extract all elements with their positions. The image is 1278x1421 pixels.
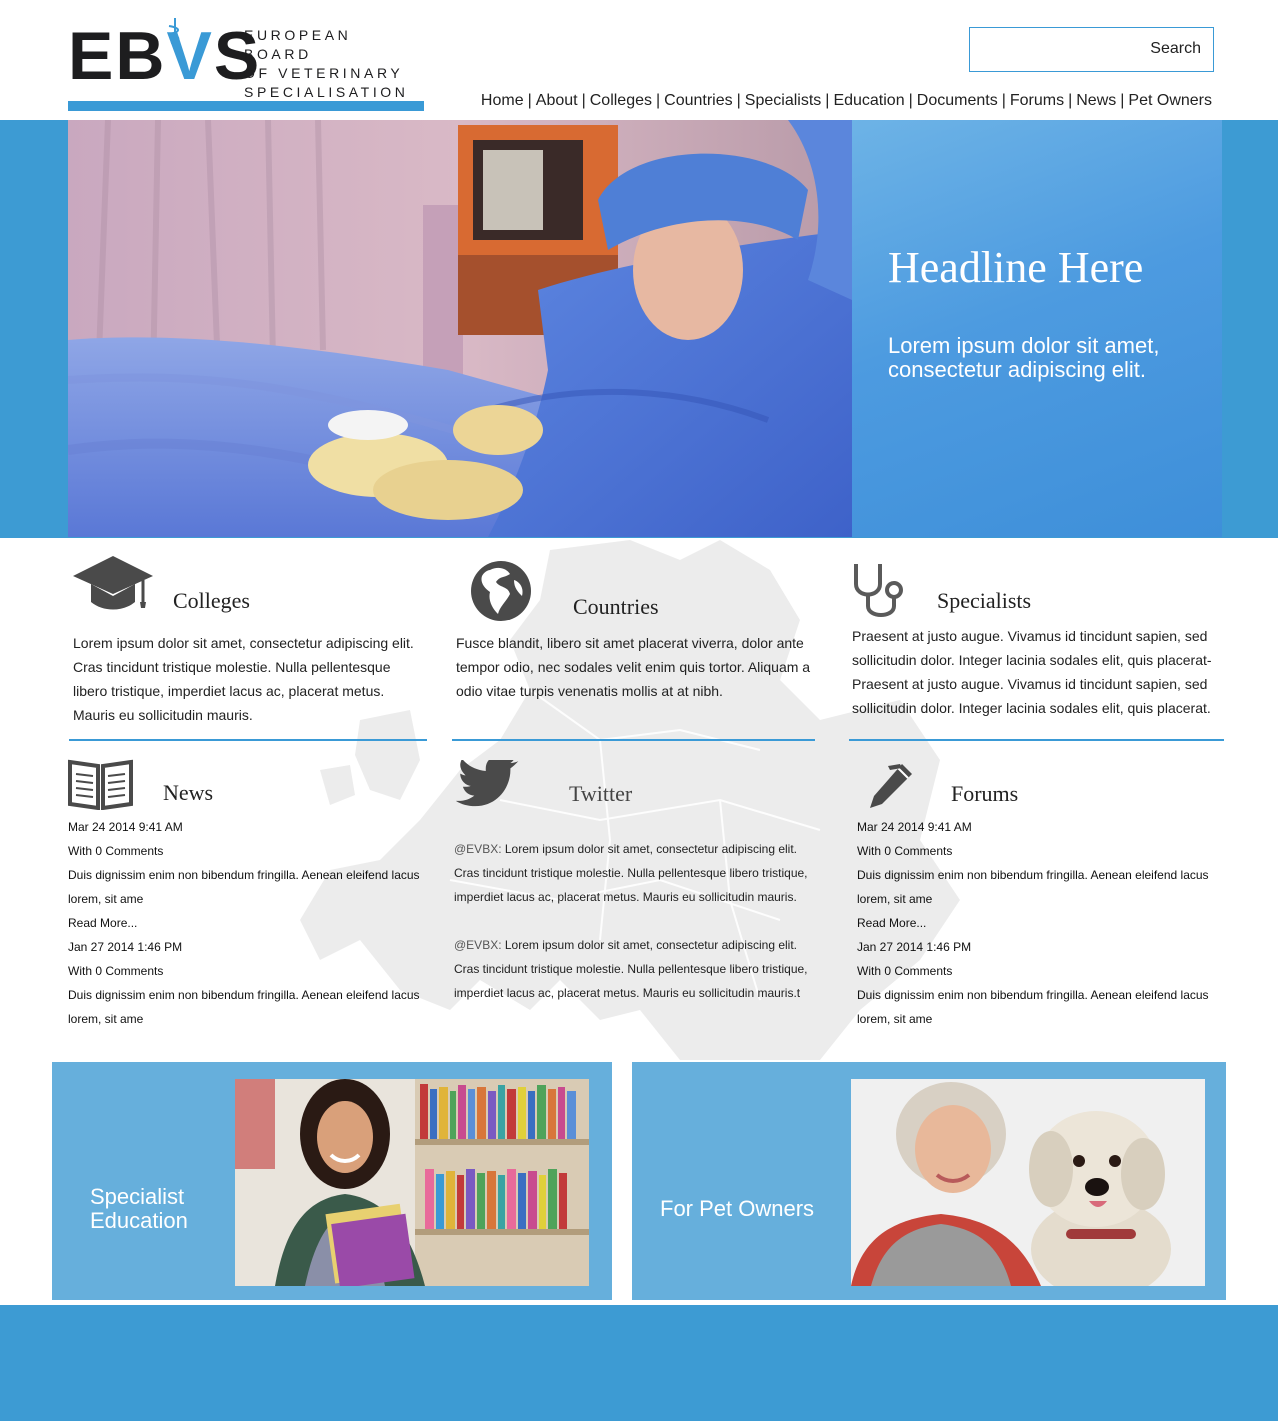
- forum-excerpt: Duis dignissim enim non bibendum fringil…: [857, 868, 1209, 906]
- promo-pet-owners-label[interactable]: For Pet Owners: [660, 1197, 860, 1221]
- tweet-text: Lorem ipsum dolor sit amet, consectetur …: [454, 842, 808, 904]
- forum-excerpt: Duis dignissim enim non bibendum fringil…: [857, 988, 1209, 1026]
- promo-education-label[interactable]: Specialist Education: [90, 1185, 240, 1233]
- nav-about[interactable]: About: [536, 92, 578, 109]
- tweet-handle[interactable]: @EVBX:: [454, 938, 502, 952]
- news-date: Jan 27 2014 1:46 PM: [68, 940, 183, 954]
- news-read-more[interactable]: Read More...: [68, 911, 428, 935]
- forum-date: Jan 27 2014 1:46 PM: [857, 940, 972, 954]
- graduation-cap-icon: [73, 556, 153, 610]
- news-title[interactable]: News: [163, 780, 213, 806]
- logo[interactable]: EBVS EUROPEAN BOARD OF VETERINARY SPECIA…: [68, 18, 424, 112]
- hero-image: [68, 120, 852, 537]
- specialists-title[interactable]: Specialists: [937, 588, 1031, 614]
- twitter-title[interactable]: Twitter: [569, 781, 632, 807]
- forum-comments[interactable]: With 0 Comments: [857, 839, 1217, 863]
- globe-icon: [471, 561, 531, 621]
- nav-news[interactable]: News: [1076, 92, 1116, 109]
- nav-pet-owners[interactable]: Pet Owners: [1128, 92, 1212, 109]
- specialists-text: Praesent at justo augue. Vivamus id tinc…: [852, 628, 1212, 716]
- news-date: Mar 24 2014 9:41 AM: [68, 820, 183, 834]
- forums-title[interactable]: Forums: [951, 781, 1018, 807]
- forum-comments[interactable]: With 0 Comments: [857, 959, 1217, 983]
- news-feed: Mar 24 2014 9:41 AM With 0 Comments Duis…: [68, 815, 428, 1031]
- nav-education[interactable]: Education: [833, 92, 904, 109]
- search-button[interactable]: Search: [1150, 40, 1201, 58]
- caduceus-icon: [168, 18, 180, 48]
- news-comments[interactable]: With 0 Comments: [68, 839, 428, 863]
- tweet-handle[interactable]: @EVBX:: [454, 842, 502, 856]
- search-box[interactable]: Search: [969, 27, 1214, 72]
- book-icon: [68, 759, 133, 810]
- nav-home[interactable]: Home: [481, 92, 524, 109]
- student-photo: [235, 1079, 589, 1286]
- nav-countries[interactable]: Countries: [664, 92, 732, 109]
- pet-owner-photo: [851, 1079, 1205, 1286]
- colleges-text: Lorem ipsum dolor sit amet, consectetur …: [73, 635, 414, 723]
- specialist-education-promo[interactable]: Specialist Education: [52, 1062, 612, 1300]
- footer-band: [0, 1305, 1278, 1421]
- nav-colleges[interactable]: Colleges: [590, 92, 652, 109]
- countries-title[interactable]: Countries: [573, 594, 659, 620]
- nav-documents[interactable]: Documents: [917, 92, 998, 109]
- specialists-divider: [849, 739, 1224, 741]
- logo-underline: [68, 101, 424, 111]
- pen-icon: [870, 764, 912, 808]
- colleges-divider: [69, 739, 427, 741]
- main-nav: Home | About | Colleges | Countries | Specialist…: [480, 92, 1212, 109]
- countries-text: Fusce blandit, libero sit amet placerat …: [456, 635, 811, 699]
- news-excerpt: Duis dignissim enim non bibendum fringil…: [68, 868, 420, 906]
- stethoscope-icon: [854, 564, 903, 617]
- logo-tagline: EUROPEAN BOARD OF VETERINARY SPECIALISAT…: [244, 27, 409, 100]
- twitter-bird-icon: [455, 760, 519, 807]
- forum-read-more[interactable]: Read More...: [857, 911, 1217, 935]
- tweet: @EVBX: Lorem ipsum dolor sit amet, conse…: [454, 933, 814, 1005]
- news-comments[interactable]: With 0 Comments: [68, 959, 428, 983]
- hero-headline: Headline Here: [888, 243, 1144, 292]
- hero-subheadline: Lorem ipsum dolor sit amet, consectetur …: [888, 333, 1160, 382]
- nav-specialists[interactable]: Specialists: [745, 92, 821, 109]
- pet-owners-promo[interactable]: For Pet Owners: [632, 1062, 1226, 1300]
- forum-date: Mar 24 2014 9:41 AM: [857, 820, 972, 834]
- colleges-title[interactable]: Colleges: [173, 588, 250, 614]
- tweet-text: Lorem ipsum dolor sit amet, consectetur …: [454, 938, 808, 1000]
- forums-feed: Mar 24 2014 9:41 AM With 0 Comments Duis…: [857, 815, 1217, 1031]
- nav-forums[interactable]: Forums: [1010, 92, 1064, 109]
- countries-divider: [452, 739, 815, 741]
- news-excerpt: Duis dignissim enim non bibendum fringil…: [68, 988, 420, 1026]
- tweet: @EVBX: Lorem ipsum dolor sit amet, conse…: [454, 837, 814, 909]
- hero-caption-panel: Headline Here Lorem ipsum dolor sit amet…: [852, 120, 1222, 537]
- search-input[interactable]: [970, 28, 1130, 71]
